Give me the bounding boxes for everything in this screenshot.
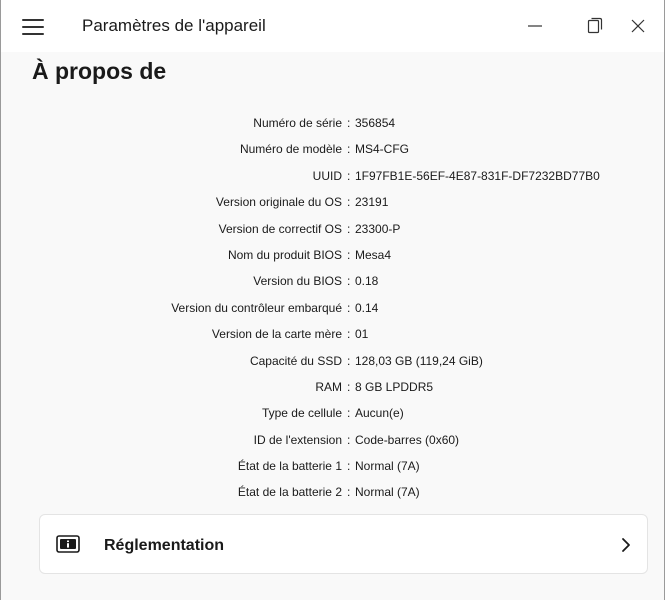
info-value: 23191 [355, 195, 389, 210]
info-separator: : [347, 274, 351, 289]
info-row-cell-type: Type de cellule : Aucun(e) [1, 400, 664, 426]
info-separator: : [347, 142, 351, 157]
info-row-bios-version: Version du BIOS : 0.18 [1, 268, 664, 294]
title-bar: Paramètres de l'appareil [1, 0, 664, 52]
info-label: Capacité du SSD [249, 353, 342, 368]
info-row-uuid: UUID : 1F97FB1E-56EF-4E87-831F-DF7232BD7… [1, 163, 664, 189]
info-label: Version de correctif OS [218, 221, 342, 236]
info-row-os-original-version: Version originale du OS : 23191 [1, 189, 664, 215]
regulatory-label: Réglementation [104, 537, 225, 554]
maximize-button[interactable] [579, 14, 609, 38]
close-icon [631, 19, 645, 33]
info-value: 0.14 [355, 300, 379, 315]
info-separator: : [347, 327, 351, 342]
info-separator: : [347, 485, 351, 500]
close-button[interactable] [623, 14, 653, 38]
info-label: Version du BIOS [253, 274, 342, 289]
info-value: Normal (7A) [355, 459, 420, 474]
page-title: À propos de [32, 58, 167, 84]
info-separator: : [347, 432, 351, 447]
info-label: Nom du produit BIOS [227, 247, 342, 262]
device-info-list: Numéro de série : 356854 Numéro de modèl… [1, 110, 664, 506]
info-value: 8 GB LPDDR5 [355, 379, 434, 394]
info-value: Mesa4 [355, 247, 392, 262]
info-label: Numéro de modèle [239, 142, 342, 157]
info-separator: : [347, 116, 351, 130]
info-label: Numéro de série [253, 116, 342, 130]
minimize-button[interactable] [520, 14, 550, 38]
info-row-bios-product-name: Nom du produit BIOS : Mesa4 [1, 242, 664, 268]
info-row-battery-2-status: État de la batterie 2 : Normal (7A) [1, 479, 664, 505]
info-value: 01 [355, 327, 369, 342]
info-value: 0.18 [355, 274, 379, 289]
info-label: UUID [312, 168, 342, 183]
settings-window: Paramètres de l'appareil À propos de Num… [0, 0, 665, 600]
info-value: MS4-CFG [355, 142, 409, 157]
info-value: 128,03 GB (119,24 GiB) [355, 353, 483, 368]
info-row-serial-number: Numéro de série : 356854 [1, 110, 664, 136]
info-label: RAM [315, 379, 342, 394]
info-separator: : [347, 379, 351, 394]
info-row-model-number: Numéro de modèle : MS4-CFG [1, 136, 664, 162]
info-separator: : [347, 406, 351, 421]
info-label: Version de la carte mère [211, 327, 342, 342]
info-label: Version originale du OS [215, 195, 342, 210]
info-label: Version du contrôleur embarqué [171, 300, 342, 315]
info-separator: : [347, 195, 351, 210]
info-separator: : [347, 459, 351, 474]
info-label: État de la batterie 2 [237, 485, 342, 500]
info-label: Type de cellule [261, 406, 342, 421]
info-value: Normal (7A) [355, 485, 420, 500]
info-value: Code-barres (0x60) [355, 432, 460, 447]
info-separator: : [347, 168, 351, 183]
info-value: 356854 [355, 116, 396, 130]
info-separator: : [347, 247, 351, 262]
info-card-icon [56, 535, 80, 553]
info-value: 1F97FB1E-56EF-4E87-831F-DF7232BD77B0 [355, 168, 600, 183]
regulatory-card[interactable]: Réglementation [39, 514, 648, 574]
info-row-ec-version: Version du contrôleur embarqué : 0.14 [1, 295, 664, 321]
info-separator: : [347, 300, 351, 315]
chevron-right-icon [622, 538, 630, 552]
info-row-motherboard-version: Version de la carte mère : 01 [1, 321, 664, 347]
minimize-icon [528, 25, 542, 27]
info-row-ssd-capacity: Capacité du SSD : 128,03 GB (119,24 GiB) [1, 348, 664, 374]
app-title: Paramètres de l'appareil [82, 16, 266, 35]
info-row-battery-1-status: État de la batterie 1 : Normal (7A) [1, 453, 664, 479]
info-value: 23300-P [355, 221, 401, 236]
info-row-extension-id: ID de l'extension : Code-barres (0x60) [1, 427, 664, 453]
maximize-icon [587, 17, 603, 34]
info-separator: : [347, 221, 351, 236]
info-row-os-patch-version: Version de correctif OS : 23300-P [1, 216, 664, 242]
info-label: ID de l'extension [253, 432, 342, 447]
info-value: Aucun(e) [355, 406, 404, 421]
info-separator: : [347, 353, 351, 368]
hamburger-menu-icon[interactable] [22, 19, 44, 35]
info-label: État de la batterie 1 [237, 459, 342, 474]
info-row-ram: RAM : 8 GB LPDDR5 [1, 374, 664, 400]
